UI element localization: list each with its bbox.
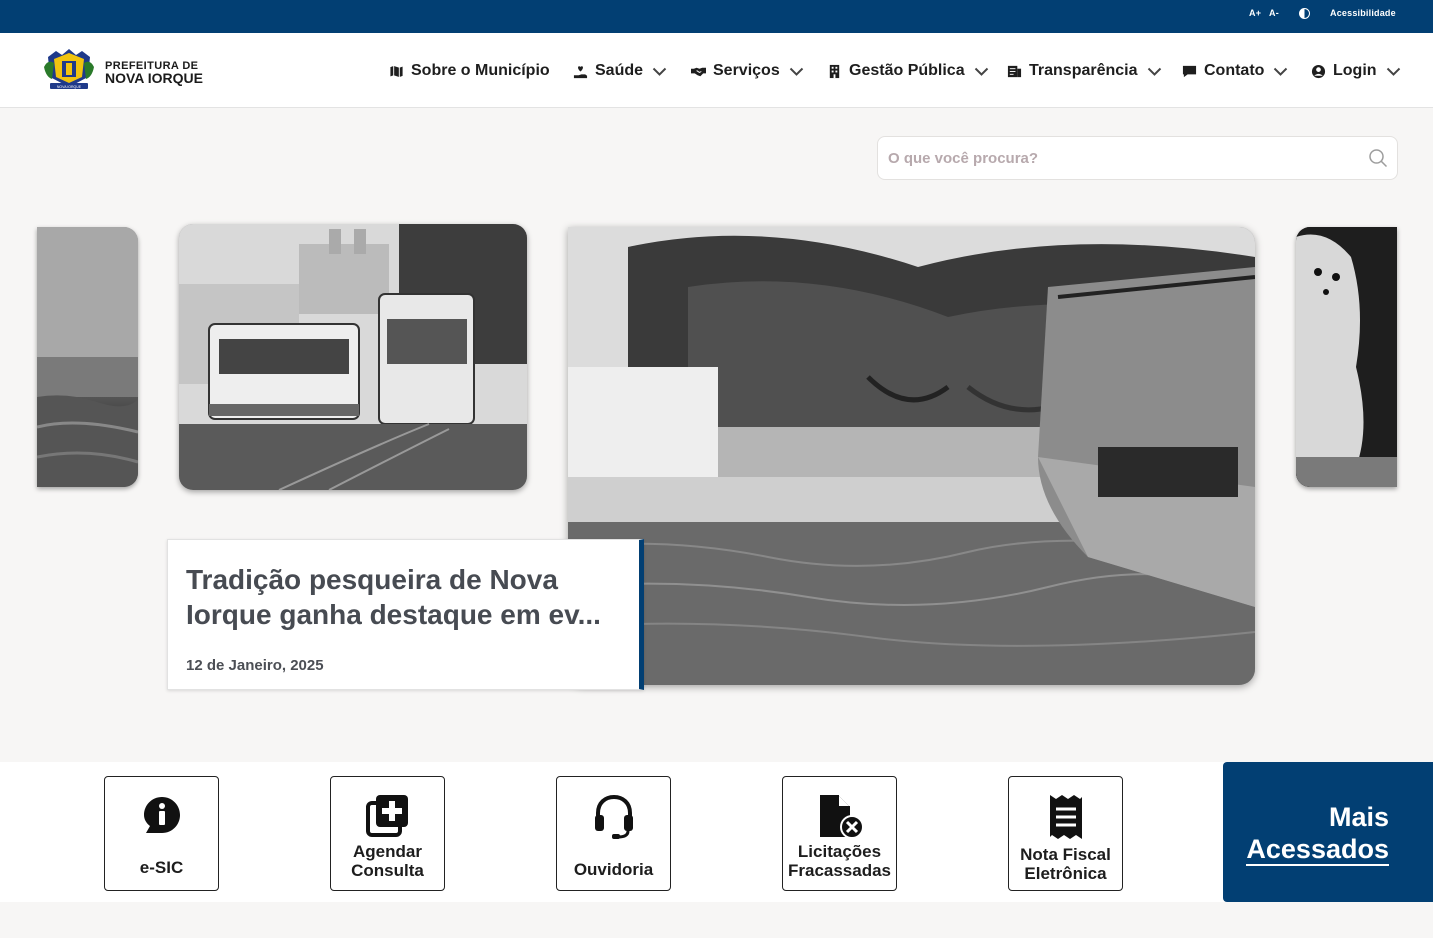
beach-boat-photo xyxy=(568,227,1255,685)
receipt-icon xyxy=(1049,795,1082,839)
nav-transparencia[interactable]: Transparência xyxy=(1007,60,1162,82)
document-x-icon xyxy=(819,795,864,839)
headset-icon xyxy=(594,794,633,839)
search-icon[interactable] xyxy=(1368,148,1388,168)
quick-access-label: Ouvidoria xyxy=(573,860,654,879)
sea-photo xyxy=(37,227,138,487)
quick-access-label: Licitações Fracassadas xyxy=(787,842,892,880)
quick-access-label: Nota Fiscal Eletrônica xyxy=(1020,845,1111,883)
carousel-slide-featured[interactable] xyxy=(568,227,1255,685)
nav-label: Serviços xyxy=(713,62,780,79)
nav-gestao-publica[interactable]: Gestão Pública xyxy=(827,60,989,82)
chevron-down-icon xyxy=(1147,67,1161,76)
map-icon xyxy=(389,64,404,78)
accessibility-link[interactable]: Acessibilidade xyxy=(1330,8,1396,18)
carousel-slide-trams[interactable] xyxy=(179,224,527,490)
info-chat-icon xyxy=(143,797,180,833)
nav-saude[interactable]: Saúde xyxy=(573,60,667,82)
building-icon xyxy=(829,64,840,78)
nav-label: Login xyxy=(1333,62,1377,79)
nav-servicos[interactable]: Serviços xyxy=(691,60,804,82)
quick-access-ouvidoria[interactable]: Ouvidoria xyxy=(556,776,671,891)
carousel-slide-dog[interactable] xyxy=(1296,227,1397,487)
news-date: 12 de Janeiro, 2025 xyxy=(186,657,324,674)
chat-icon xyxy=(1182,65,1197,77)
mais-acessados-line-2: Acessados xyxy=(1246,834,1389,866)
quick-access-esic[interactable]: e-SIC xyxy=(104,776,219,891)
chevron-down-icon xyxy=(789,67,803,76)
city-crest-logo[interactable]: NOVA IORQUE xyxy=(42,47,96,92)
quick-access-bar: e-SIC Agendar Consulta Ouvidoria Licitaç… xyxy=(0,762,1433,902)
hand-heart-icon xyxy=(573,65,588,78)
logo-text: NOVA IORQUE xyxy=(57,85,82,89)
nav-login[interactable]: Login xyxy=(1311,60,1401,82)
dog-photo xyxy=(1296,227,1397,487)
featured-news-card[interactable]: Tradição pesqueira de Nova Iorque ganha … xyxy=(167,539,644,690)
nav-label: Saúde xyxy=(595,62,644,79)
medical-add-icon xyxy=(365,795,408,837)
quick-access-label: Agendar Consulta xyxy=(351,842,424,880)
nav-contato[interactable]: Contato xyxy=(1182,60,1288,82)
news-title[interactable]: Tradição pesqueira de Nova Iorque ganha … xyxy=(186,562,626,632)
document-icon xyxy=(1007,65,1022,77)
mais-acessados-line-1: Mais xyxy=(1328,802,1389,832)
quick-access-agendar-consulta[interactable]: Agendar Consulta xyxy=(330,776,445,891)
nav-sobre-municipio[interactable]: Sobre o Município xyxy=(389,60,550,82)
top-bar: A+ A- Acessibilidade xyxy=(0,0,1433,33)
brand-line-2: NOVA IORQUE xyxy=(105,70,204,86)
search-box xyxy=(877,136,1398,180)
quick-access-label: e-SIC xyxy=(139,858,184,877)
search-input[interactable] xyxy=(888,137,1358,179)
nav-label: Contato xyxy=(1204,62,1265,79)
chevron-down-icon xyxy=(652,67,667,76)
user-circle-icon xyxy=(1311,64,1326,78)
nav-label: Sobre o Município xyxy=(411,62,550,79)
chevron-down-icon xyxy=(1274,67,1288,76)
font-increase-button[interactable]: A+ xyxy=(1249,8,1261,18)
header: NOVA IORQUE PREFEITURA DE NOVA IORQUE So… xyxy=(0,33,1433,108)
font-decrease-button[interactable]: A- xyxy=(1269,8,1279,18)
handshake-icon xyxy=(691,67,706,76)
carousel-slide-sea[interactable] xyxy=(37,227,138,487)
nav-label: Transparência xyxy=(1029,62,1138,79)
chevron-down-icon xyxy=(974,67,988,76)
chevron-down-icon xyxy=(1386,67,1400,76)
quick-access-licitacoes-fracassadas[interactable]: Licitações Fracassadas xyxy=(782,776,897,891)
nav-label: Gestão Pública xyxy=(849,62,965,79)
tram-photo xyxy=(179,224,527,490)
mais-acessados-panel[interactable]: Mais Acessados xyxy=(1223,762,1433,902)
brand-name[interactable]: PREFEITURA DE NOVA IORQUE xyxy=(105,60,204,86)
quick-access-nota-fiscal[interactable]: Nota Fiscal Eletrônica xyxy=(1008,776,1123,891)
contrast-icon[interactable] xyxy=(1299,8,1310,19)
